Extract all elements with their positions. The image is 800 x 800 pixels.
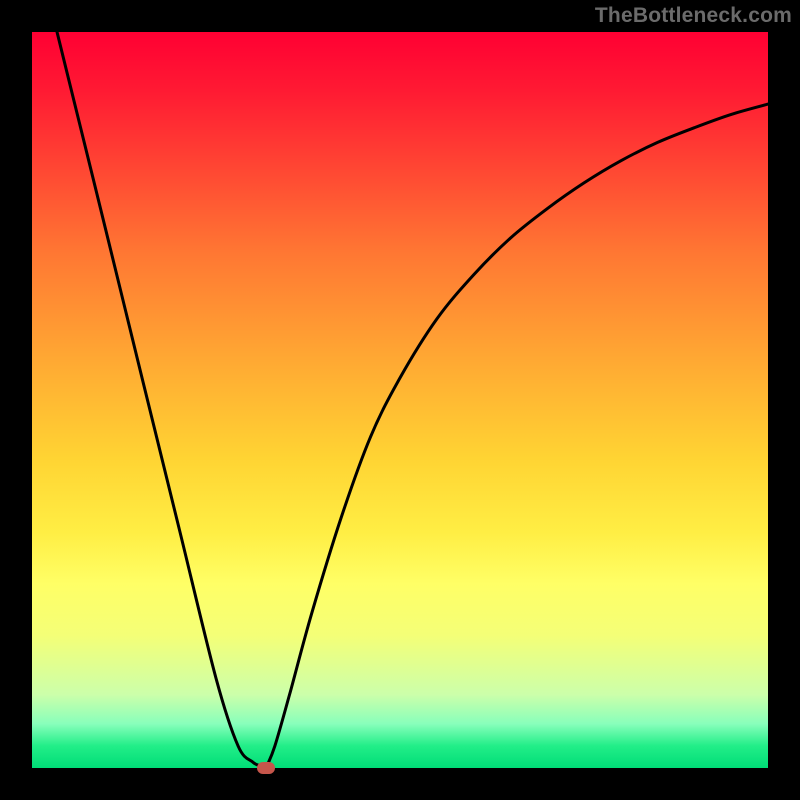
chart-frame: TheBottleneck.com [0, 0, 800, 800]
curve-right-branch [266, 104, 768, 768]
minimum-marker [257, 762, 275, 774]
watermark-text: TheBottleneck.com [595, 4, 792, 28]
plot-area [32, 32, 768, 768]
curve-left-branch [57, 32, 266, 768]
curve-svg [32, 32, 768, 768]
